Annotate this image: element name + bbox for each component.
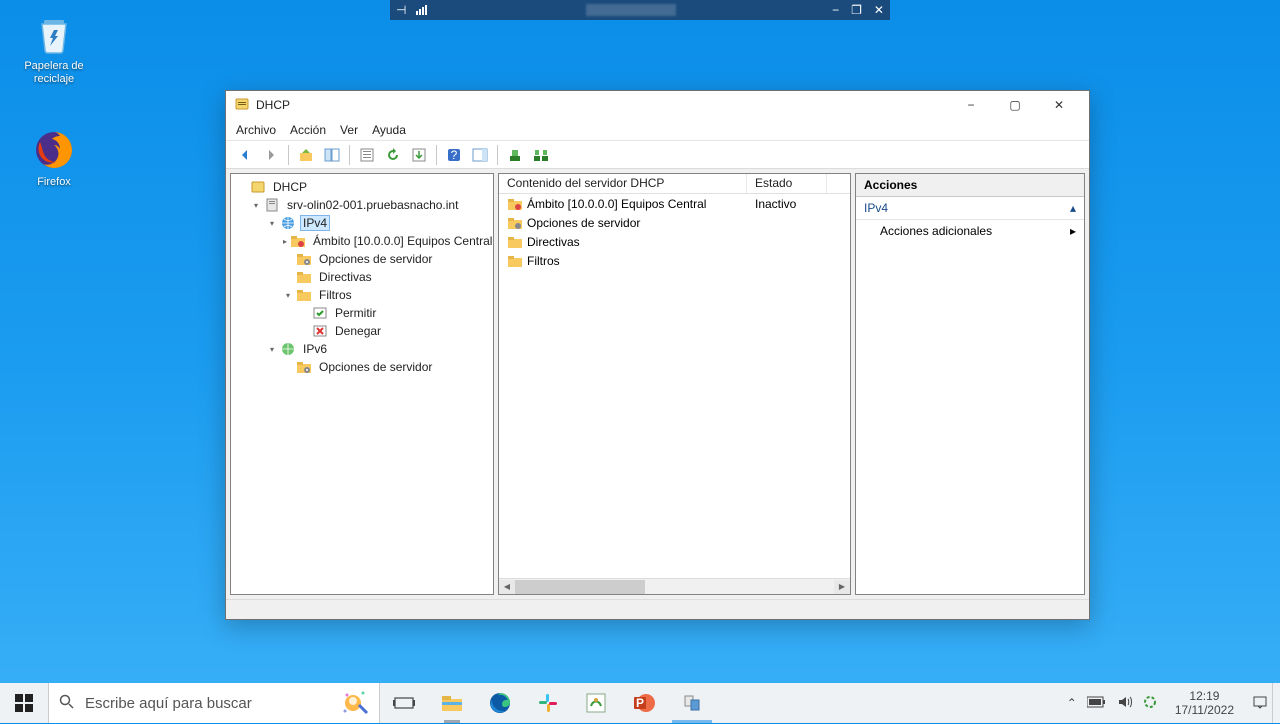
list-row[interactable]: Opciones de servidor xyxy=(499,213,850,232)
menu-ver[interactable]: Ver xyxy=(340,123,358,137)
actions-header: Acciones xyxy=(856,174,1084,197)
window-title: DHCP xyxy=(256,98,290,112)
svg-text:?: ? xyxy=(451,148,458,162)
maximize-button[interactable]: ▢ xyxy=(993,91,1037,119)
taskbar-search[interactable]: Escribe aquí para buscar xyxy=(48,683,380,723)
start-button[interactable] xyxy=(0,683,48,723)
column-header-name[interactable]: Contenido del servidor DHCP xyxy=(499,174,747,193)
column-header-state[interactable]: Estado xyxy=(747,174,827,193)
tree-ipv4[interactable]: ▾IPv4 xyxy=(235,214,489,232)
dhcp-icon xyxy=(234,96,250,115)
close-button[interactable]: ✕ xyxy=(1037,91,1081,119)
desktop-icon-firefox[interactable]: Firefox xyxy=(16,128,92,189)
titlebar[interactable]: DHCP − ▢ ✕ xyxy=(226,91,1089,119)
list-header: Contenido del servidor DHCP Estado xyxy=(499,174,850,194)
pin-icon[interactable]: ⊣ xyxy=(396,3,406,17)
chevron-right-icon: ▸ xyxy=(1070,224,1076,238)
system-tray: ⌃ 12:19 17/11/2022 xyxy=(1063,683,1272,723)
scroll-right-button[interactable]: ▶ xyxy=(834,580,850,594)
battery-icon[interactable] xyxy=(1087,696,1107,711)
action-more[interactable]: Acciones adicionales ▸ xyxy=(856,220,1084,242)
tree-filtros[interactable]: ▾Filtros xyxy=(235,286,489,304)
taskbar-greenshot[interactable] xyxy=(572,683,620,723)
taskbar-powerpoint[interactable]: P xyxy=(620,683,668,723)
firefox-icon xyxy=(32,128,76,172)
remote-host-label xyxy=(586,4,676,16)
taskview-button[interactable] xyxy=(380,683,428,723)
help-button[interactable]: ? xyxy=(443,144,465,166)
cortana-icon xyxy=(339,685,375,724)
collapse-icon[interactable]: ▴ xyxy=(1070,201,1076,215)
taskbar-clock[interactable]: 12:19 17/11/2022 xyxy=(1167,689,1242,717)
menu-accion[interactable]: Acción xyxy=(290,123,326,137)
tree-server[interactable]: ▾srv-olin02-001.pruebasnacho.int xyxy=(235,196,489,214)
toolbar: ? xyxy=(226,141,1089,169)
taskbar-slack[interactable] xyxy=(524,683,572,723)
taskbar-explorer[interactable] xyxy=(428,683,476,723)
minimize-button[interactable]: − xyxy=(949,91,993,119)
search-placeholder: Escribe aquí para buscar xyxy=(85,695,252,712)
show-desktop-button[interactable] xyxy=(1272,683,1280,723)
dhcp-window: DHCP − ▢ ✕ Archivo Acción Ver Ayuda ? DH xyxy=(225,90,1090,620)
forward-button[interactable] xyxy=(260,144,282,166)
show-hide-tree-button[interactable] xyxy=(321,144,343,166)
tree-root-dhcp[interactable]: DHCP xyxy=(235,178,489,196)
volume-icon[interactable] xyxy=(1117,694,1133,713)
tree-ipv6-options[interactable]: Opciones de servidor xyxy=(235,358,489,376)
menu-ayuda[interactable]: Ayuda xyxy=(372,123,406,137)
action-pane-button[interactable] xyxy=(469,144,491,166)
manage-servers-button[interactable] xyxy=(530,144,552,166)
refresh-button[interactable] xyxy=(382,144,404,166)
scroll-thumb[interactable] xyxy=(515,580,645,594)
list-row[interactable]: Directivas xyxy=(499,232,850,251)
remote-restore-button[interactable]: ❐ xyxy=(851,3,862,17)
taskbar-edge[interactable] xyxy=(476,683,524,723)
signal-icon xyxy=(416,3,430,18)
taskbar: Escribe aquí para buscar P ⌃ 12:19 17/11… xyxy=(0,683,1280,723)
notifications-icon[interactable] xyxy=(1252,694,1268,713)
tree-scope[interactable]: ▸Ámbito [10.0.0.0] Equipos Central xyxy=(235,232,489,250)
back-button[interactable] xyxy=(234,144,256,166)
tree-pane[interactable]: DHCP ▾srv-olin02-001.pruebasnacho.int ▾I… xyxy=(230,173,494,595)
tree-ipv6[interactable]: ▾IPv6 xyxy=(235,340,489,358)
horizontal-scrollbar[interactable]: ◀ ▶ xyxy=(499,578,850,594)
tree-directivas[interactable]: Directivas xyxy=(235,268,489,286)
actions-pane: Acciones IPv4 ▴ Acciones adicionales ▸ xyxy=(855,173,1085,595)
scroll-left-button[interactable]: ◀ xyxy=(499,580,515,594)
remote-minimize-button[interactable]: − xyxy=(832,3,839,17)
list-row[interactable]: Ámbito [10.0.0.0] Equipos Central Inacti… xyxy=(499,194,850,213)
statusbar xyxy=(226,599,1089,619)
up-button[interactable] xyxy=(295,144,317,166)
taskbar-dhcp[interactable] xyxy=(668,683,716,723)
remote-close-button[interactable]: ✕ xyxy=(874,3,884,17)
list-row[interactable]: Filtros xyxy=(499,251,850,270)
tree-permitir[interactable]: Permitir xyxy=(235,304,489,322)
recycle-bin-icon xyxy=(32,12,76,56)
menu-archivo[interactable]: Archivo xyxy=(236,123,276,137)
desktop-icon-recycle-bin[interactable]: Papelera de reciclaje xyxy=(16,12,92,86)
actions-section[interactable]: IPv4 ▴ xyxy=(856,197,1084,220)
desktop-icon-label: Firefox xyxy=(16,176,92,189)
search-icon xyxy=(59,694,75,713)
menubar: Archivo Acción Ver Ayuda xyxy=(226,119,1089,141)
desktop-icon-label: Papelera de reciclaje xyxy=(16,60,92,86)
list-pane[interactable]: Contenido del servidor DHCP Estado Ámbit… xyxy=(498,173,851,595)
svg-text:P: P xyxy=(636,696,644,710)
remote-connection-bar: ⊣ − ❐ ✕ xyxy=(390,0,890,20)
export-button[interactable] xyxy=(408,144,430,166)
tree-denegar[interactable]: Denegar xyxy=(235,322,489,340)
greenshot-tray-icon[interactable] xyxy=(1143,695,1157,712)
properties-button[interactable] xyxy=(356,144,378,166)
add-server-button[interactable] xyxy=(504,144,526,166)
tree-server-options[interactable]: Opciones de servidor xyxy=(235,250,489,268)
tray-chevron-icon[interactable]: ⌃ xyxy=(1067,696,1077,710)
